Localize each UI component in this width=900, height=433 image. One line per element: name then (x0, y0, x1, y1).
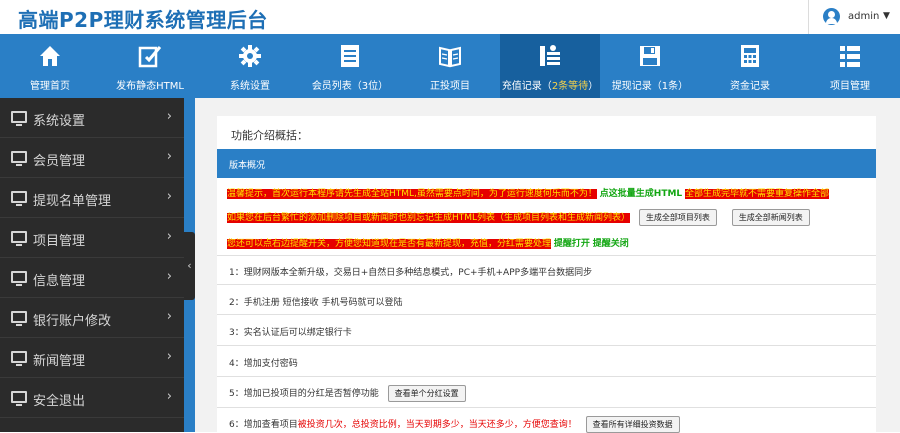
home-icon (40, 46, 60, 66)
nav-item-recharge[interactable]: 充值记录（2条等待） (500, 34, 600, 98)
nav-item-withdraw[interactable]: 提现记录（1条） (600, 34, 700, 98)
generate-project-list-button[interactable]: 生成全部项目列表 (638, 209, 717, 226)
sidebar-item-news[interactable]: 新闻管理 › (0, 338, 184, 378)
gear-icon (239, 45, 261, 67)
monitor-icon (11, 311, 27, 326)
sidebar-item-projects[interactable]: 项目管理 › (0, 218, 184, 258)
notice-text: 如果您在后台繁忙的添加删除项目或新闻时也别忘记生成HTML列表（生成项目列表和生… (227, 213, 631, 223)
sidebar-item-label: 安全退出 (33, 394, 86, 409)
section-header: 版本概况 (217, 149, 876, 178)
monitor-icon (11, 151, 27, 166)
chevron-right-icon: › (166, 189, 172, 204)
feature-row: 3：实名认证后可以绑定银行卡 (217, 314, 876, 345)
sidebar-item-label: 银行账户修改 (33, 314, 112, 329)
nav-item-label: 项目管理 (830, 81, 870, 92)
nav-item-label: 发布静态HTML (116, 81, 184, 92)
chevron-right-icon: › (166, 389, 172, 404)
monitor-icon (11, 191, 27, 206)
notice-line-3: 您还可以点右边提醒开关，方便您知道现在是否有最新提现，充值，分红需要处理 提醒打… (227, 236, 629, 249)
notice-text: 温馨提示，首次运行本程序请先生成全站HTML,虽然需要点时间，为了运行速度何乐而… (227, 189, 597, 199)
sidebar-item-label: 系统设置 (33, 114, 86, 129)
monitor-icon (11, 111, 27, 126)
calculator-icon (741, 45, 759, 67)
chevron-right-icon: › (166, 149, 172, 164)
brand-title: 高端P2P理财系统管理后台 (18, 8, 268, 32)
nav-item-label: 系统设置 (230, 81, 270, 92)
floppy-icon (640, 46, 660, 66)
edit-icon (138, 46, 162, 68)
feature-row: 5：增加已投项目的分红是否暂停功能 查看单个分红设置 (217, 376, 876, 407)
list-icon (341, 45, 359, 67)
chevron-down-icon: ▼ (883, 11, 890, 21)
feature-row: 1：理财网版本全新升级，交易日+自然日多种结息模式，PC+手机+APP多端平台数… (217, 255, 876, 284)
chevron-right-icon: › (166, 309, 172, 324)
user-avatar-icon (823, 8, 840, 25)
chevron-right-icon: › (166, 349, 172, 364)
nav-item-label: 资金记录 (730, 81, 770, 92)
batch-generate-html-link[interactable]: 点这批量生成HTML (600, 189, 682, 199)
feature-row: 4：增加支付密码 (217, 345, 876, 376)
main-nav: 管理首页 发布静态HTML 系统设置 会员列表（3位） 正投项目 充值记录（2条… (0, 34, 900, 98)
monitor-icon (11, 351, 27, 366)
sidebar-item-system[interactable]: 系统设置 › (0, 98, 184, 138)
nav-item-funds[interactable]: 资金记录 (700, 34, 800, 98)
notice-text: 全部生成完毕就不需要重复操作全部 (685, 189, 830, 199)
user-menu[interactable]: admin ▼ (808, 0, 900, 34)
sidebar-item-withdraw-list[interactable]: 提现名单管理 › (0, 178, 184, 218)
nav-item-label: 会员列表（3位） (311, 81, 389, 92)
generate-news-list-button[interactable]: 生成全部新闻列表 (731, 209, 810, 226)
view-dividend-settings-button[interactable]: 查看单个分红设置 (387, 385, 466, 402)
sidebar-item-label: 项目管理 (33, 234, 86, 249)
nav-item-publish-html[interactable]: 发布静态HTML (100, 34, 200, 98)
nav-item-settings[interactable]: 系统设置 (200, 34, 300, 98)
sidebar-item-bank-account[interactable]: 银行账户修改 › (0, 298, 184, 338)
sidebar-item-label: 新闻管理 (33, 354, 86, 369)
monitor-icon (11, 391, 27, 406)
sidebar-item-members[interactable]: 会员管理 › (0, 138, 184, 178)
list-detail-icon (840, 46, 860, 67)
sidebar-item-label: 提现名单管理 (33, 194, 112, 209)
panel-title: 功能介绍概括： (231, 129, 308, 142)
nav-item-label: 管理首页 (30, 81, 70, 92)
chevron-right-icon: › (166, 229, 172, 244)
book-icon (439, 46, 461, 68)
nav-item-projects[interactable]: 正投项目 (400, 34, 500, 98)
remind-off-link[interactable]: 提醒关闭 (593, 239, 629, 249)
nav-item-label: 充值记录（2条等待） (501, 81, 599, 92)
nav-item-project-mgmt[interactable]: 项目管理 (800, 34, 900, 98)
nav-item-members[interactable]: 会员列表（3位） (300, 34, 400, 98)
sidebar-item-logout[interactable]: 安全退出 › (0, 378, 184, 418)
nav-item-home[interactable]: 管理首页 (0, 34, 100, 98)
user-name: admin (848, 11, 880, 22)
intro-panel: 功能介绍概括： 版本概况 温馨提示，首次运行本程序请先生成全站HTML,虽然需要… (217, 116, 876, 433)
remind-on-link[interactable]: 提醒打开 (554, 239, 590, 249)
feature-row: 2：手机注册 短信接收 手机号码就可以登陆 (217, 284, 876, 314)
sidebar-collapse-button[interactable]: ‹ (184, 232, 195, 300)
sidebar-item-label: 信息管理 (33, 274, 86, 289)
notice-text: 您还可以点右边提醒开关，方便您知道现在是否有最新提现，充值，分红需要处理 (227, 239, 552, 249)
view-investment-data-button[interactable]: 查看所有详细投资数据 (585, 416, 680, 433)
feature-row: 6：增加查看项目被投资几次，总投资比例，当天到期多少，当天还多少，方便您查询！ … (217, 407, 876, 433)
chevron-right-icon: › (166, 269, 172, 284)
monitor-icon (11, 271, 27, 286)
sidebar-item-label: 会员管理 (33, 154, 86, 169)
notice-line-2: 如果您在后台繁忙的添加删除项目或新闻时也别忘记生成HTML列表（生成项目列表和生… (227, 209, 810, 226)
main-content: 功能介绍概括： 版本概况 温馨提示，首次运行本程序请先生成全站HTML,虽然需要… (195, 98, 900, 433)
nav-item-label: 提现记录（1条） (611, 81, 689, 92)
pending-count: 2条等待 (551, 81, 589, 92)
top-bar: 高端P2P理财系统管理后台 admin ▼ (0, 0, 900, 34)
notice-line-1: 温馨提示，首次运行本程序请先生成全站HTML,虽然需要点时间，为了运行速度何乐而… (227, 186, 830, 199)
sidebar-item-info[interactable]: 信息管理 › (0, 258, 184, 298)
sidebar: 系统设置 › 会员管理 › 提现名单管理 › 项目管理 › 信息管理 › 银行账… (0, 98, 184, 432)
nav-item-label: 正投项目 (430, 81, 470, 92)
chevron-right-icon: › (166, 109, 172, 124)
monitor-icon (11, 231, 27, 246)
stack-icon (540, 45, 560, 66)
